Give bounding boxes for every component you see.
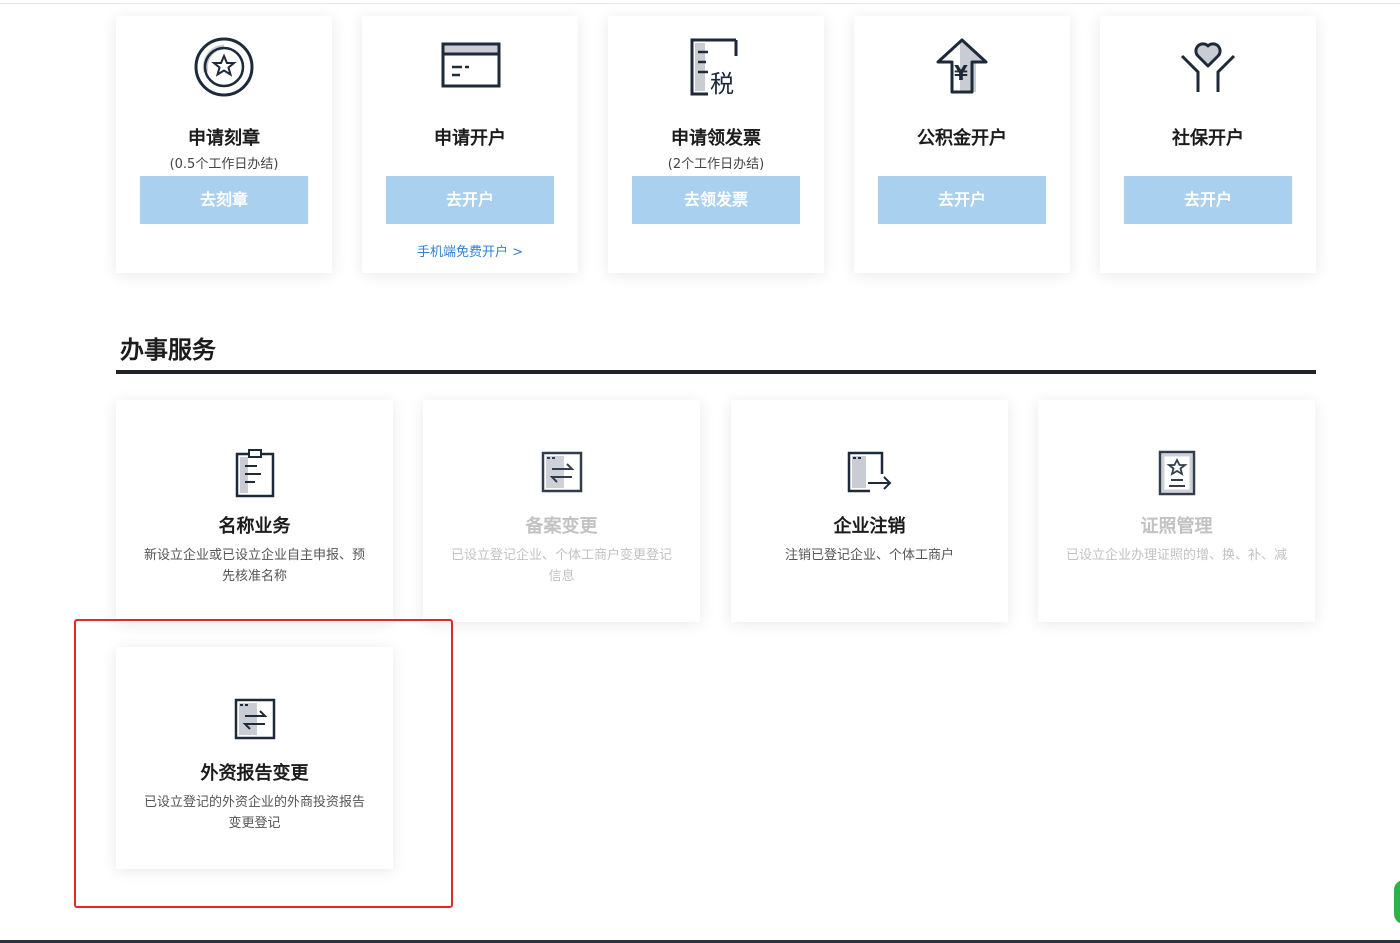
service-title: 证照管理 [1140, 516, 1213, 537]
svg-text:¥: ¥ [954, 61, 968, 85]
go-invoice-button[interactable]: 去领发票 [632, 176, 800, 224]
service-title: 名称业务 [218, 516, 291, 537]
card-title: 申请开户 [434, 128, 506, 149]
go-social-security-button[interactable]: 去开户 [1124, 176, 1292, 224]
card-title: 申请领发票 [671, 128, 761, 149]
mobile-open-account-link[interactable]: 手机端免费开户 > [362, 241, 578, 260]
top-divider [0, 3, 1400, 4]
card-seal[interactable]: 申请刻章 (0.5个工作日办结) 去刻章 [116, 16, 332, 273]
service-description: 注销已登记企业、个体工商户 [784, 548, 954, 563]
tax-invoice-icon: 税 [608, 34, 824, 102]
service-filing-change[interactable]: 备案变更 已设立登记企业、个体工商户变更登记信息 [423, 400, 700, 622]
svg-text:税: 税 [710, 70, 734, 98]
service-license-management[interactable]: 证照管理 已设立企业办理证照的增、换、补、减 [1038, 400, 1315, 622]
exchange-doc-icon [423, 448, 700, 498]
service-deregistration[interactable]: 企业注销 注销已登记企业、个体工商户 [731, 400, 1008, 622]
go-open-account-button[interactable]: 去开户 [386, 176, 554, 224]
card-subtitle: (2个工作日办结) [667, 157, 765, 172]
service-description: 已设立登记企业、个体工商户变更登记信息 [450, 548, 672, 584]
exit-doc-icon [731, 448, 1008, 498]
service-description: 新设立企业或已设立企业自主申报、预先核准名称 [143, 548, 365, 584]
social-security-icon [1100, 34, 1316, 102]
highlight-box [74, 619, 453, 908]
seal-icon [116, 34, 332, 102]
clipboard-icon [116, 448, 393, 498]
card-invoice[interactable]: 税 申请领发票 (2个工作日办结) 去领发票 [608, 16, 824, 273]
go-seal-button[interactable]: 去刻章 [140, 176, 308, 224]
housing-fund-icon: ¥ [854, 34, 1070, 102]
card-subtitle: (0.5个工作日办结) [169, 157, 279, 172]
card-bank-account[interactable]: 申请开户 去开户 手机端免费开户 > [362, 16, 578, 273]
section-divider [116, 370, 1316, 374]
card-title: 社保开户 [1172, 128, 1244, 149]
card-social-security[interactable]: 社保开户 去开户 [1100, 16, 1316, 273]
card-housing-fund[interactable]: ¥ 公积金开户 去开户 [854, 16, 1070, 273]
bank-card-icon [362, 34, 578, 102]
service-title: 企业注销 [833, 516, 906, 537]
service-title: 备案变更 [525, 516, 598, 537]
certificate-icon [1038, 448, 1315, 498]
service-description: 已设立企业办理证照的增、换、补、减 [1065, 548, 1287, 563]
floating-badge[interactable] [1394, 880, 1400, 924]
card-title: 申请刻章 [188, 128, 260, 149]
card-title: 公积金开户 [917, 128, 1007, 149]
go-housing-fund-button[interactable]: 去开户 [878, 176, 1046, 224]
section-title: 办事服务 [120, 336, 216, 364]
service-name-business[interactable]: 名称业务 新设立企业或已设立企业自主申报、预先核准名称 [116, 400, 393, 622]
